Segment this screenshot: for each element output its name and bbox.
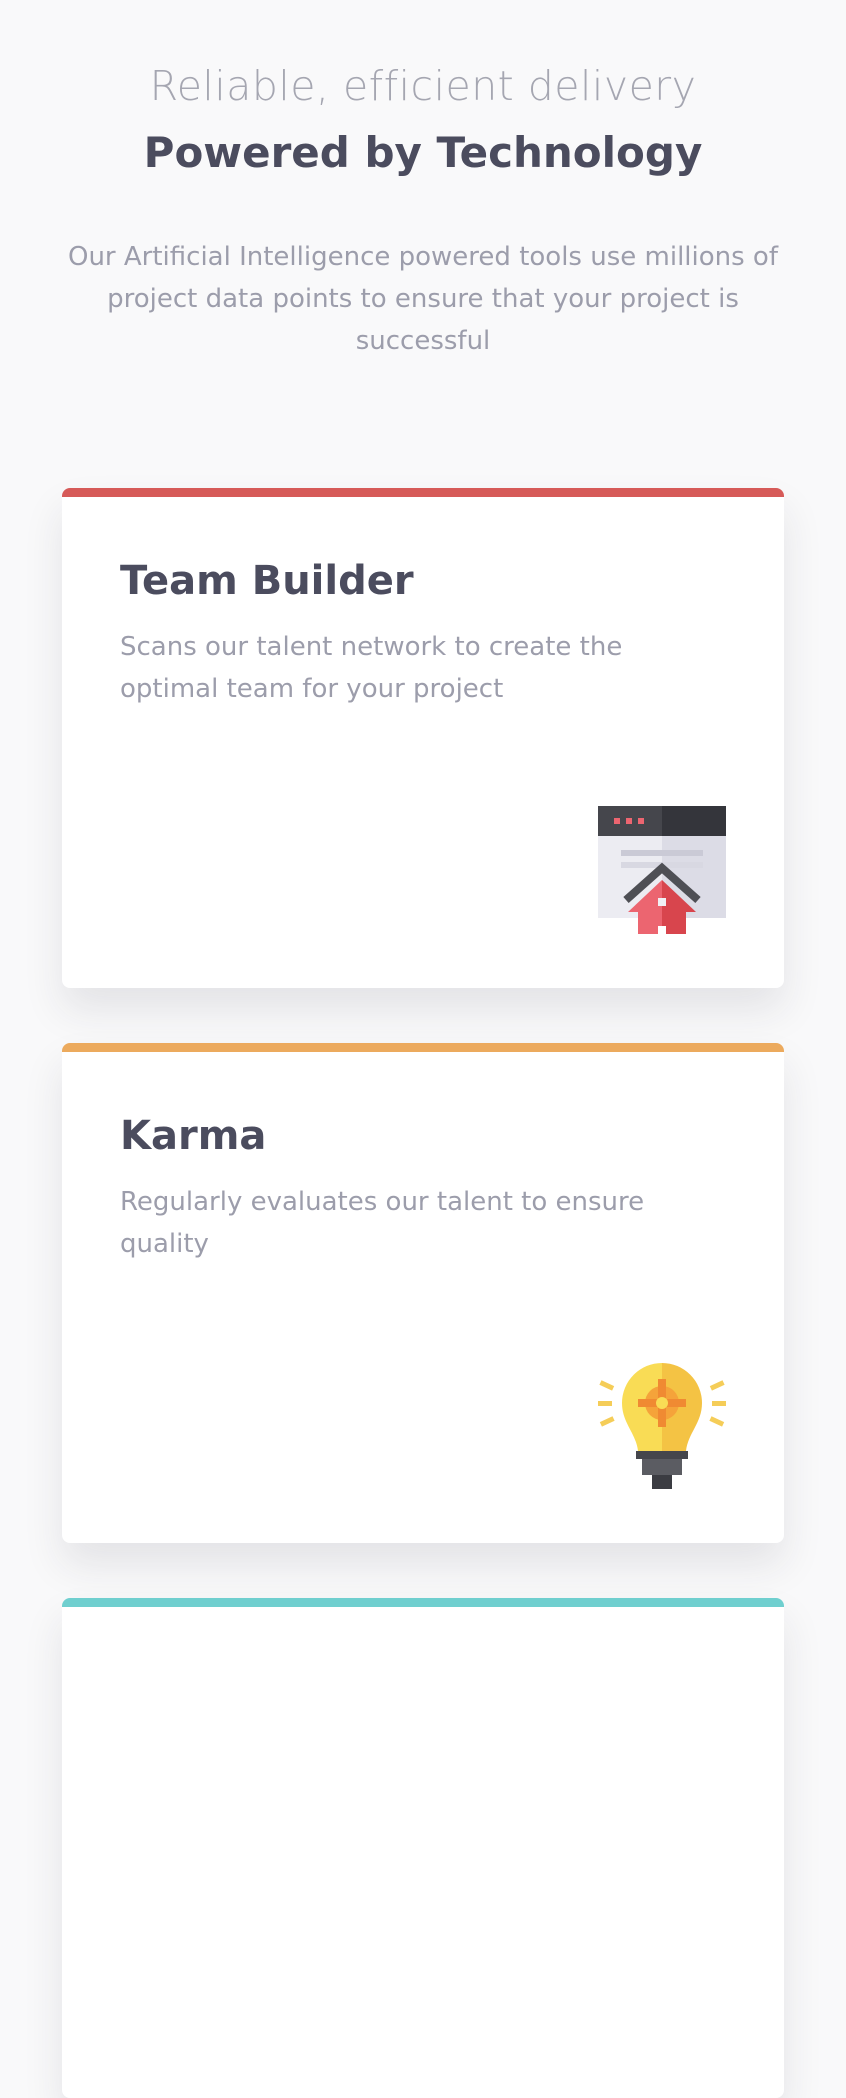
hero-title: Powered by Technology <box>143 128 703 177</box>
lightbulb-gear-icon <box>598 1363 726 1489</box>
card-third <box>62 1598 784 2098</box>
card-team-builder: Team Builder Scans our talent network to… <box>62 488 784 988</box>
card-karma: Karma Regularly evaluates our talent to … <box>62 1043 784 1543</box>
hero-intro: Our Artificial Intelligence powered tool… <box>67 242 778 356</box>
card-title: Karma <box>120 1113 267 1159</box>
card-description: Scans our talent network to create the o… <box>120 632 623 704</box>
card-title: Team Builder <box>120 558 414 604</box>
card-accent-bar <box>62 1043 784 1052</box>
hero-subtitle: Reliable, efficient delivery <box>149 62 697 110</box>
card-accent-bar <box>62 488 784 497</box>
browser-house-icon <box>598 806 726 934</box>
card-accent-bar <box>62 1598 784 1607</box>
card-description: Regularly evaluates our talent to ensure… <box>120 1187 645 1259</box>
